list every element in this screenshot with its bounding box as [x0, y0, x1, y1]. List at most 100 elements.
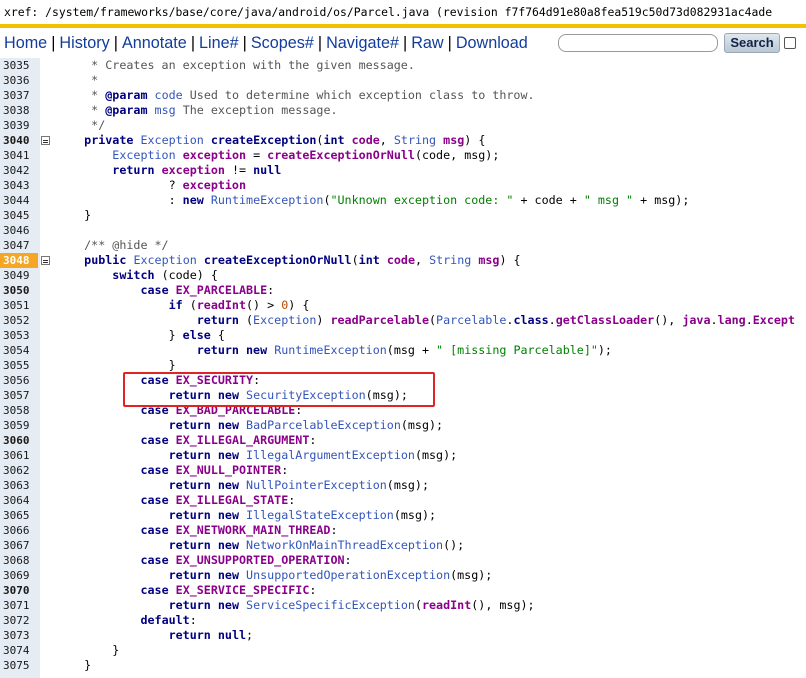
search-button[interactable]: Search [724, 33, 780, 53]
line-number[interactable]: 3036 [0, 73, 38, 88]
line-number[interactable]: 3063 [0, 478, 38, 493]
nav-line-link[interactable]: Line# [199, 34, 239, 53]
code-token[interactable]: code [155, 88, 183, 102]
code-token[interactable]: msg [155, 103, 176, 117]
line-number[interactable]: 3049 [0, 268, 38, 283]
code-token[interactable]: createException [211, 133, 317, 147]
line-number[interactable]: 3046 [0, 223, 38, 238]
code-token[interactable]: lang [718, 313, 746, 327]
code-token[interactable]: NetworkOnMainThreadException [246, 538, 443, 552]
code-token[interactable]: RuntimeException [274, 343, 387, 357]
code-token[interactable]: exception [183, 178, 246, 192]
line-number[interactable]: 3069 [0, 568, 38, 583]
line-number[interactable]: 3039 [0, 118, 38, 133]
line-number[interactable]: 3054 [0, 343, 38, 358]
line-number[interactable]: 3057 [0, 388, 38, 403]
line-number[interactable]: 3038 [0, 103, 38, 118]
line-number[interactable]: 3066 [0, 523, 38, 538]
code-token[interactable]: readParcelable [330, 313, 429, 327]
code-token[interactable]: readInt [422, 598, 471, 612]
line-number[interactable]: 3061 [0, 448, 38, 463]
code-token[interactable]: Exception [133, 253, 196, 267]
code-token[interactable]: RuntimeException [211, 193, 324, 207]
line-number[interactable]: 3074 [0, 643, 38, 658]
line-number[interactable]: 3071 [0, 598, 38, 613]
line-number[interactable]: 3070 [0, 583, 38, 598]
code-token[interactable]: msg [478, 253, 499, 267]
code-token[interactable]: BadParcelableException [246, 418, 401, 432]
code-token[interactable]: Exception [112, 148, 175, 162]
line-number[interactable]: 3044 [0, 193, 38, 208]
line-number[interactable]: 3053 [0, 328, 38, 343]
line-number[interactable]: 3052 [0, 313, 38, 328]
code-token[interactable]: Parcelable [436, 313, 506, 327]
line-number[interactable]: 3067 [0, 538, 38, 553]
nav-download-link[interactable]: Download [456, 34, 528, 53]
code-token[interactable]: msg [443, 133, 464, 147]
code-token[interactable]: EX_ILLEGAL_STATE [176, 493, 289, 507]
line-number[interactable]: 3072 [0, 613, 38, 628]
code-token[interactable]: code [387, 253, 415, 267]
code-token[interactable]: getClassLoader [556, 313, 655, 327]
code-token[interactable]: createExceptionOrNull [267, 148, 415, 162]
code-token[interactable]: NullPointerException [246, 478, 387, 492]
code-token[interactable]: IllegalArgumentException [246, 448, 415, 462]
code-token[interactable]: String [429, 253, 471, 267]
line-number[interactable]: 3045 [0, 208, 38, 223]
line-number[interactable]: 3037 [0, 88, 38, 103]
nav-annotate-link[interactable]: Annotate [122, 34, 187, 53]
line-number[interactable]: 3055 [0, 358, 38, 373]
nav-scopes-link[interactable]: Scopes# [251, 34, 314, 53]
code-token[interactable]: EX_SERVICE_SPECIFIC [176, 583, 310, 597]
nav-home-link[interactable]: Home [4, 34, 47, 53]
code-token[interactable]: ServiceSpecificException [246, 598, 415, 612]
line-number[interactable]: 3040 [0, 133, 38, 148]
fold-toggle-icon[interactable] [41, 136, 50, 145]
line-number[interactable]: 3047 [0, 238, 38, 253]
line-number[interactable]: 3035 [0, 58, 38, 73]
code-token[interactable]: createExceptionOrNull [204, 253, 352, 267]
code-token[interactable]: Exception [253, 313, 316, 327]
search-option-checkbox[interactable] [784, 37, 796, 49]
line-number[interactable]: 3064 [0, 493, 38, 508]
code-token[interactable]: EX_NULL_POINTER [176, 463, 282, 477]
line-number[interactable]: 3060 [0, 433, 38, 448]
code-token[interactable]: EX_PARCELABLE [176, 283, 267, 297]
line-number[interactable]: 3073 [0, 628, 38, 643]
code-token[interactable]: exception [162, 163, 225, 177]
code-token[interactable]: Exception [140, 133, 203, 147]
code-token[interactable]: String [394, 133, 436, 147]
line-number[interactable]: 3050 [0, 283, 38, 298]
code-line: case EX_UNSUPPORTED_OPERATION: [56, 553, 351, 568]
line-number[interactable]: 3041 [0, 148, 38, 163]
line-number[interactable]: 3058 [0, 403, 38, 418]
code-line: return new IllegalStateException(msg); [56, 508, 436, 523]
line-number[interactable]: 3051 [0, 298, 38, 313]
code-token[interactable]: IllegalStateException [246, 508, 394, 522]
code-token[interactable]: EX_ILLEGAL_ARGUMENT [176, 433, 310, 447]
nav-history-link[interactable]: History [59, 34, 109, 53]
code-token[interactable]: UnsupportedOperationException [246, 568, 450, 582]
code-token[interactable]: readInt [197, 298, 246, 312]
line-number[interactable]: 3056 [0, 373, 38, 388]
nav-navigate-link[interactable]: Navigate# [326, 34, 399, 53]
line-number[interactable]: 3068 [0, 553, 38, 568]
code-token[interactable]: java [682, 313, 710, 327]
xref-path: xref: /system/frameworks/base/core/java/… [4, 5, 773, 19]
code-token[interactable]: exception [183, 148, 246, 162]
line-number[interactable]: 3065 [0, 508, 38, 523]
line-number[interactable]: 3048 [0, 253, 38, 268]
line-number[interactable]: 3062 [0, 463, 38, 478]
line-number[interactable]: 3059 [0, 418, 38, 433]
line-number[interactable]: 3075 [0, 658, 38, 673]
code-token[interactable]: EX_NETWORK_MAIN_THREAD [176, 523, 331, 537]
search-input[interactable] [558, 34, 718, 52]
nav-raw-link[interactable]: Raw [411, 34, 443, 53]
code-token[interactable]: Except [753, 313, 795, 327]
code-token[interactable]: EX_UNSUPPORTED_OPERATION [176, 553, 345, 567]
line-number[interactable]: 3043 [0, 178, 38, 193]
code-token[interactable]: code [352, 133, 380, 147]
fold-toggle-icon[interactable] [41, 256, 50, 265]
line-number[interactable]: 3042 [0, 163, 38, 178]
